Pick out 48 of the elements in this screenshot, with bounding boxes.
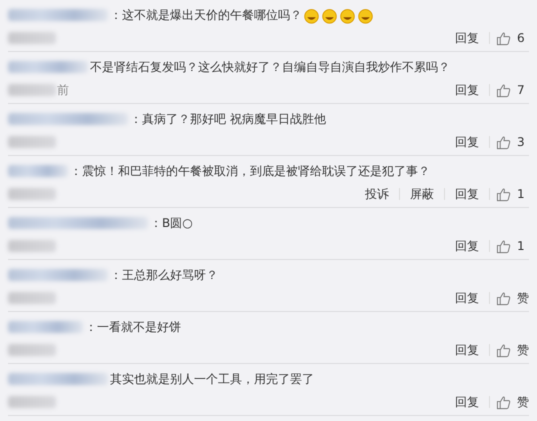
- thumbs-up-icon[interactable]: [496, 394, 511, 410]
- comment-text: ：这不就是爆出天价的午餐哪位吗？: [110, 6, 302, 24]
- grin-emoji-icon: [357, 6, 374, 24]
- blurred-timestamp: [8, 84, 56, 96]
- like-count: 7: [517, 83, 526, 97]
- action-link[interactable]: 投诉: [361, 186, 393, 202]
- blurred-timestamp: [8, 188, 56, 200]
- action-link[interactable]: 回复: [451, 394, 483, 410]
- like-count: 赞: [517, 290, 529, 306]
- thumbs-up-icon[interactable]: [496, 342, 511, 358]
- blurred-timestamp: [8, 344, 56, 356]
- like-count: 赞: [517, 342, 529, 358]
- comment-text: ：一看就不是好饼: [85, 318, 181, 336]
- like-count: 3: [517, 135, 526, 149]
- comment-text: ：王总那么好骂呀？: [110, 266, 218, 284]
- thumbs-up-icon[interactable]: [496, 134, 511, 150]
- action-link[interactable]: 屏蔽: [406, 186, 438, 202]
- comment-text: ：B圆○: [150, 214, 193, 232]
- thumbs-up-icon[interactable]: [496, 82, 511, 98]
- grin-emoji-icon: [339, 6, 356, 24]
- action-link[interactable]: 回复: [451, 30, 483, 46]
- grin-emoji-icon: [321, 6, 338, 24]
- thumbs-up-icon[interactable]: [496, 30, 511, 46]
- thumbs-up-icon[interactable]: [496, 290, 511, 306]
- blurred-timestamp: [8, 240, 56, 252]
- action-link[interactable]: 回复: [451, 82, 483, 98]
- timestamp: 前: [57, 82, 69, 98]
- action-link[interactable]: 回复: [451, 290, 483, 306]
- blurred-timestamp: [8, 292, 56, 304]
- action-link[interactable]: 回复: [451, 134, 483, 150]
- thumbs-up-icon[interactable]: [496, 186, 511, 202]
- like-count: 1: [517, 239, 526, 253]
- like-count: 6: [517, 31, 526, 45]
- action-link[interactable]: 回复: [451, 186, 483, 202]
- blurred-timestamp: [8, 396, 56, 408]
- blurred-timestamp: [8, 136, 56, 148]
- like-count: 1: [517, 187, 526, 201]
- comment-text: ：震惊！和巴菲特的午餐被取消，到底是被肾给耽误了还是犯了事？: [70, 162, 430, 180]
- action-link[interactable]: 回复: [451, 238, 483, 254]
- comment-text: 不是肾结石复发吗？这么快就好了？自编自导自演自我炒作不累吗？: [90, 58, 450, 76]
- blurred-timestamp: [8, 32, 56, 44]
- thumbs-up-icon[interactable]: [496, 238, 511, 254]
- grin-emoji-icon: [303, 6, 320, 24]
- action-link[interactable]: 回复: [451, 342, 483, 358]
- comment-text: ：真病了？那好吧 祝病魔早日战胜他: [130, 110, 326, 128]
- like-count: 赞: [517, 394, 529, 410]
- comment-text: 其实也就是别人一个工具，用完了罢了: [110, 370, 314, 388]
- blurred-username: [8, 165, 68, 177]
